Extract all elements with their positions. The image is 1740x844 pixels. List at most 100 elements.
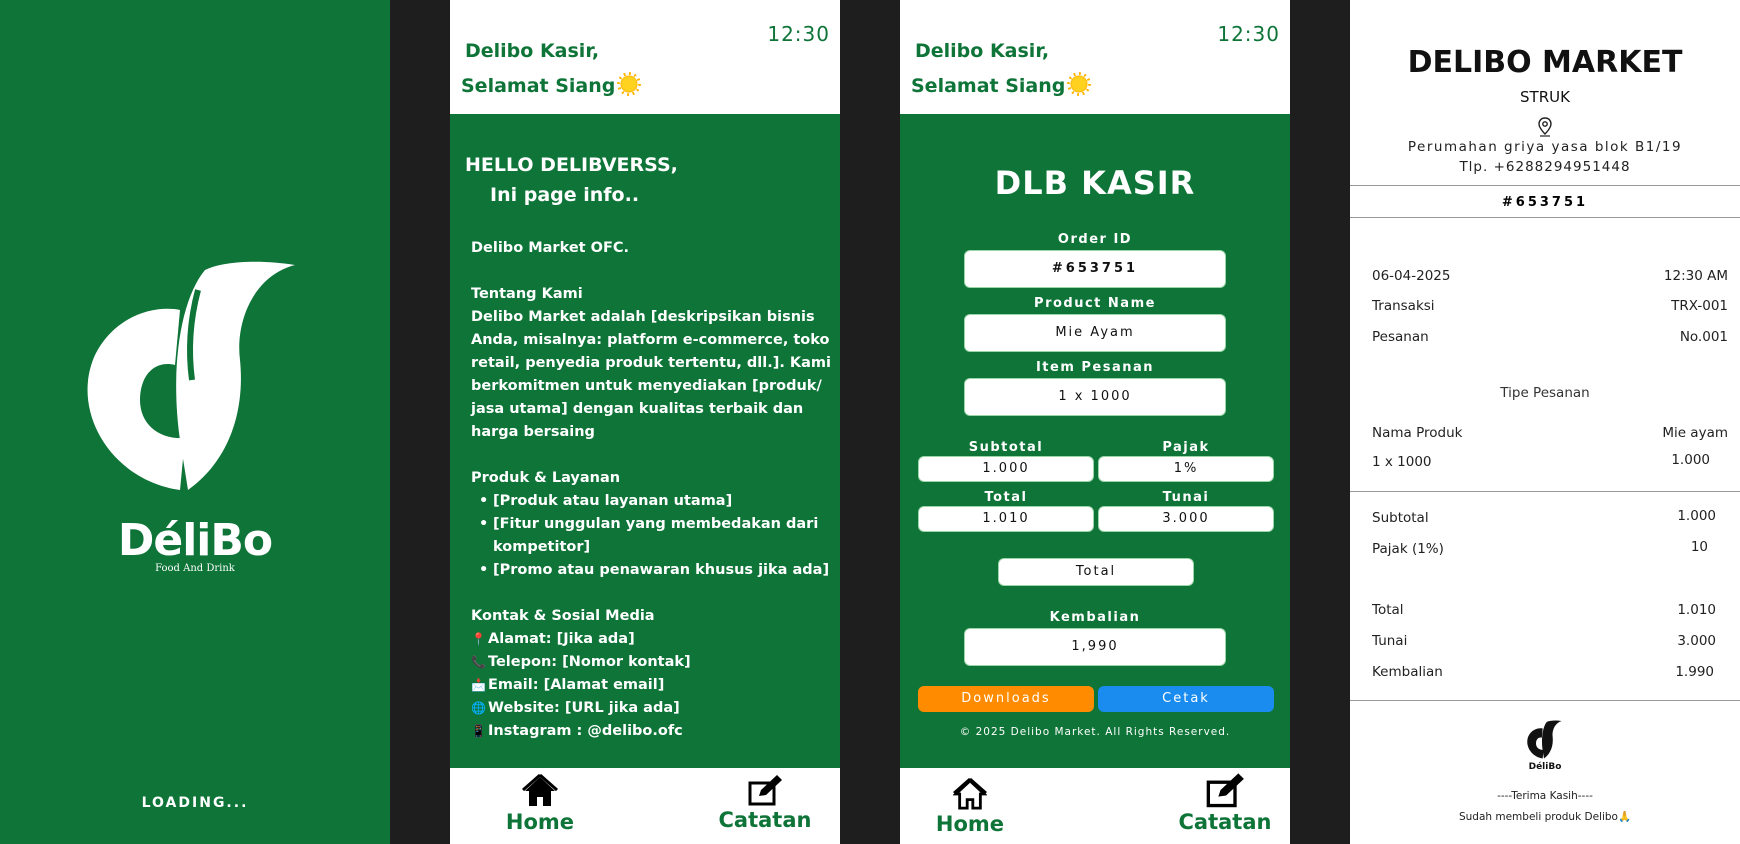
list-item: [Produk atau layanan utama] — [471, 490, 831, 513]
divider — [1350, 217, 1740, 218]
info-body: HELLO DELIBVERSS, Ini page info.. Delibo… — [450, 114, 840, 768]
kembalian-label: Kembalian — [1372, 664, 1443, 680]
pesanan-value: No.001 — [1679, 329, 1728, 345]
cetak-button[interactable]: Cetak — [1098, 686, 1274, 712]
splash-brand: DéliBo — [117, 515, 273, 566]
contact-instagram: 📱 Instagram : @delibo.ofc — [471, 720, 831, 743]
order-id-field[interactable]: #653751 — [964, 250, 1226, 288]
tunai-value: 3.000 — [1677, 633, 1716, 649]
receipt-subtitle: STRUK — [1520, 88, 1570, 106]
clock: 12:30 — [767, 22, 830, 46]
info-hello: HELLO DELIBVERSS, — [465, 154, 678, 176]
info-content: Delibo Market OFC. Tentang Kami Delibo M… — [471, 237, 831, 743]
copyright: © 2025 Delibo Market. All Rights Reserve… — [959, 726, 1231, 738]
subtotal-value: 1.000 — [1677, 508, 1716, 524]
divider — [1350, 185, 1740, 186]
subtotal-label: Subtotal — [1372, 510, 1429, 526]
pajak-label: Pajak — [1162, 440, 1210, 455]
contact-website: 🌐 Website: [URL jika ada] — [471, 697, 831, 720]
list-item: [Fitur unggulan yang membedakan dari kom… — [471, 513, 831, 559]
pajak-label: Pajak (1%) — [1372, 541, 1444, 557]
downloads-button[interactable]: Downloads — [918, 686, 1094, 712]
total-field[interactable]: 1.010 — [918, 506, 1094, 532]
receipt-address: Perumahan griya yasa blok B1/19 — [1407, 139, 1683, 155]
sun-icon — [1067, 72, 1092, 96]
thanks-message: Sudah membeli produk Delibo🙏 — [1458, 811, 1632, 823]
receipt-phone: Tlp. +6288294951448 — [1459, 159, 1631, 175]
kasir-screen: 12:30 Delibo Kasir, Selamat Siang DLB KA… — [900, 0, 1290, 844]
receipt-store-name: DELIBO MARKET — [1407, 45, 1683, 80]
company-name: Delibo Market OFC. — [471, 240, 630, 256]
transaksi-value: TRX-001 — [1671, 298, 1728, 314]
tunai-label: Tunai — [1372, 633, 1408, 649]
greeting-line2: Selamat Siang — [911, 68, 1092, 97]
qty-value: 1.000 — [1671, 452, 1710, 468]
nav-notes-button[interactable]: Catatan — [710, 774, 820, 832]
kasir-title: DLB KASIR — [994, 164, 1196, 202]
kembalian-value: 1.990 — [1675, 664, 1714, 680]
list-item: [Promo atau penawaran khusus jika ada] — [471, 559, 831, 582]
products-title: Produk & Layanan — [471, 470, 621, 486]
order-id-label: Order ID — [1057, 232, 1133, 247]
home-icon — [522, 774, 558, 806]
location-pin-icon — [1538, 117, 1552, 137]
total-button[interactable]: Total — [998, 558, 1194, 586]
greeting-line1: Delibo Kasir, — [915, 40, 1050, 62]
pesanan-label: Pesanan — [1372, 329, 1429, 345]
total-label: Total — [984, 490, 1028, 505]
divider — [1350, 491, 1740, 492]
info-screen: 12:30 Delibo Kasir, Selamat Siang HELLO … — [450, 0, 840, 844]
about-text: Delibo Market adalah [deskripsikan bisni… — [471, 309, 832, 440]
phone-icon: 📞 — [471, 655, 486, 669]
receipt-time: 12:30 AM — [1663, 268, 1728, 284]
delibo-logo-icon — [1527, 720, 1562, 759]
nav-home-button[interactable]: Home — [490, 774, 590, 834]
splash-screen: DéliBo Food And Drink LOADING... — [0, 0, 390, 844]
nav-home-button[interactable]: Home — [920, 778, 1020, 836]
product-name-label: Product Name — [1034, 296, 1156, 311]
delibo-logo-icon — [87, 261, 295, 490]
splash-tagline: Food And Drink — [155, 563, 235, 574]
kembalian-field[interactable]: 1,990 — [964, 628, 1226, 666]
products-list: [Produk atau layanan utama] [Fitur unggu… — [471, 490, 831, 582]
transaksi-label: Transaksi — [1372, 298, 1435, 314]
app-header: 12:30 Delibo Kasir, Selamat Siang — [450, 0, 840, 114]
total-label: Total — [1372, 602, 1404, 618]
nama-produk-value: Mie ayam — [1662, 425, 1728, 441]
contact-phone: 📞 Telepon: [Nomor kontak] — [471, 651, 831, 674]
pin-icon: 📍 — [471, 632, 486, 646]
nama-produk-label: Nama Produk — [1372, 425, 1463, 441]
tipe-pesanan-label: Tipe Pesanan — [1500, 385, 1590, 401]
subtotal-label: Subtotal — [968, 440, 1044, 455]
pajak-field[interactable]: 1% — [1098, 456, 1274, 482]
tunai-label: Tunai — [1162, 490, 1210, 505]
mobile-icon: 📱 — [471, 724, 486, 738]
contact-title: Kontak & Sosial Media — [471, 608, 655, 624]
sun-icon — [617, 72, 642, 96]
greeting-line1: Delibo Kasir, — [465, 40, 600, 62]
greeting-line2: Selamat Siang — [461, 68, 642, 97]
about-title: Tentang Kami — [471, 286, 583, 302]
receipt-logo-text: DéliBo — [1528, 762, 1562, 772]
kembalian-label: Kembalian — [1049, 610, 1141, 625]
product-name-field[interactable]: Mie Ayam — [964, 314, 1226, 352]
bottom-nav: Home Catatan — [450, 768, 840, 844]
clock: 12:30 — [1217, 22, 1280, 46]
email-icon: 📩 — [471, 678, 486, 692]
receipt-order-id: #653751 — [1501, 195, 1589, 210]
contact-address: 📍 Alamat: [Jika ada] — [471, 628, 831, 651]
tunai-field[interactable]: 3.000 — [1098, 506, 1274, 532]
subtotal-field[interactable]: 1.000 — [918, 456, 1094, 482]
divider — [1350, 700, 1740, 701]
info-subtitle: Ini page info.. — [490, 184, 640, 206]
item-pesanan-field[interactable]: 1 x 1000 — [964, 378, 1226, 416]
pajak-value: 10 — [1690, 539, 1708, 555]
contact-email: 📩 Email: [Alamat email] — [471, 674, 831, 697]
edit-note-icon — [748, 775, 782, 806]
globe-icon: 🌐 — [471, 701, 486, 715]
app-header: 12:30 Delibo Kasir, Selamat Siang — [900, 0, 1290, 114]
qty-label: 1 x 1000 — [1372, 454, 1432, 470]
loading-text: LOADING... — [141, 795, 249, 811]
home-icon — [953, 778, 987, 810]
nav-notes-button[interactable]: Catatan — [1170, 772, 1280, 834]
